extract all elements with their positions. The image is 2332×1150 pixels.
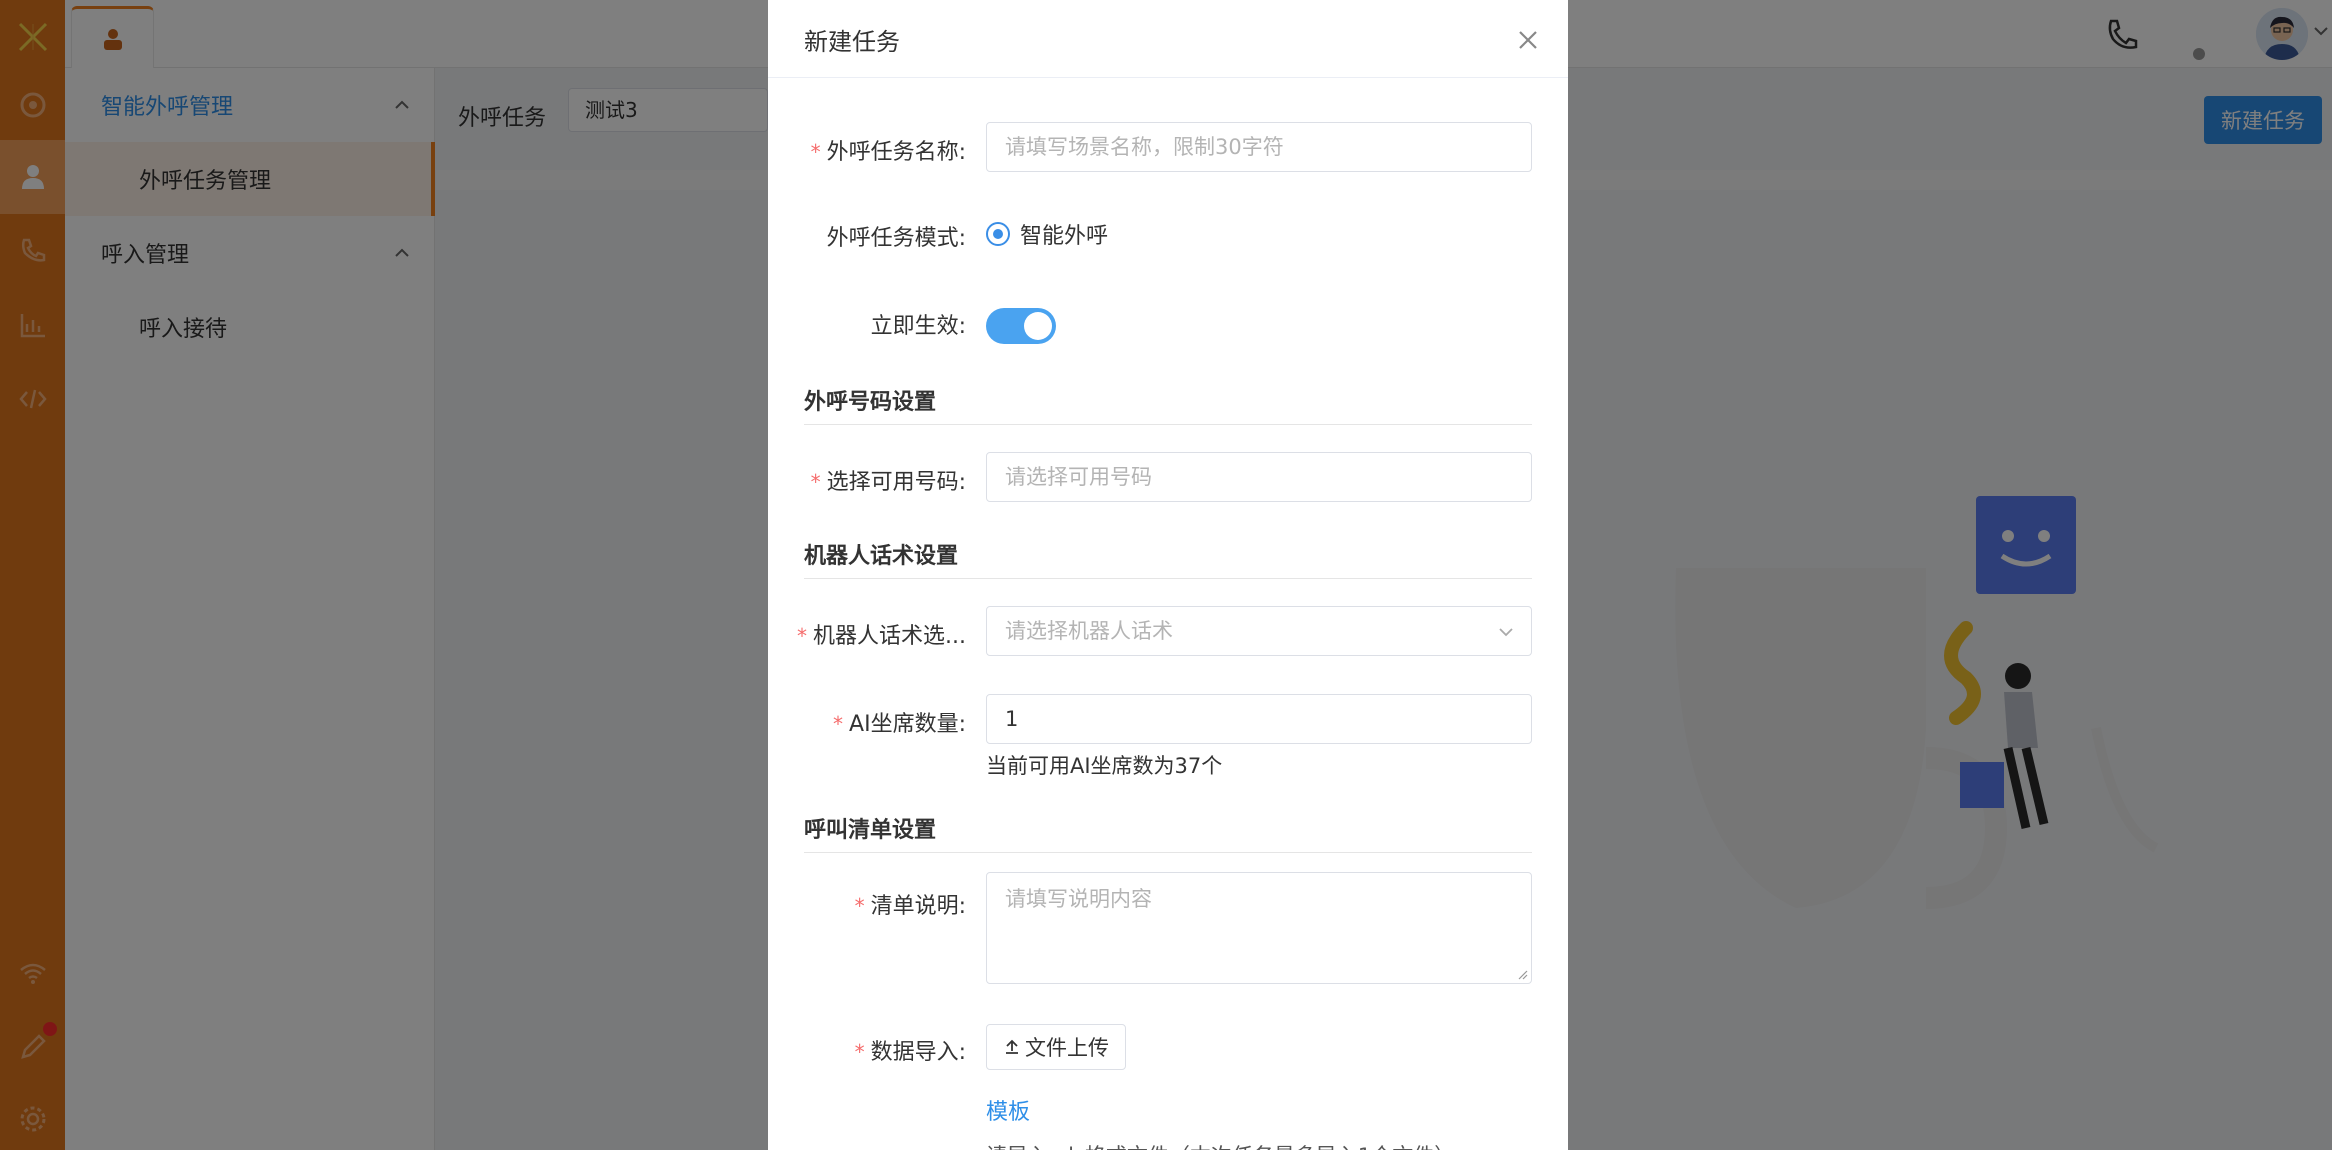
radio-label: 智能外呼 (1020, 224, 1109, 249)
section-robot-settings: 机器人话术设置 (804, 538, 1532, 579)
file-upload-button[interactable]: 文件上传 (986, 1024, 1126, 1070)
task-name-input[interactable]: 请填写场景名称，限制30字符 (986, 122, 1532, 172)
ai-seats-input[interactable]: 1 (986, 694, 1532, 744)
number-label: * 选择可用号码: (810, 470, 966, 495)
task-name-label: * 外呼任务名称: (810, 140, 966, 165)
list-desc-placeholder: 请填写说明内容 (1005, 887, 1152, 911)
immediate-toggle[interactable] (986, 308, 1056, 344)
data-import-label: * 数据导入: (854, 1040, 966, 1065)
required-mark: * (854, 894, 865, 918)
required-mark: * (854, 1040, 865, 1064)
required-mark: * (810, 470, 821, 494)
script-select-placeholder: 请选择机器人话术 (1005, 619, 1173, 643)
smart-outbound-radio[interactable]: 智能外呼 (986, 218, 1108, 250)
ai-seats-label: * AI坐席数量: (833, 712, 966, 737)
toggle-knob (1024, 312, 1052, 340)
list-desc-label: * 清单说明: (854, 894, 966, 919)
immediate-label: 立即生效: (870, 314, 966, 339)
section-call-list-settings: 呼叫清单设置 (804, 812, 1532, 853)
required-mark: * (810, 140, 821, 164)
number-input[interactable]: 请选择可用号码 (986, 452, 1532, 502)
list-desc-textarea[interactable]: 请填写说明内容 (986, 872, 1532, 984)
required-mark: * (797, 624, 808, 648)
script-select[interactable]: 请选择机器人话术 (986, 606, 1532, 656)
upload-icon (1006, 1039, 1018, 1054)
script-label: * 机器人话术选... (797, 624, 966, 649)
radio-selected-icon (986, 222, 1010, 246)
new-task-dialog: 新建任务 * 外呼任务名称: 请填写场景名称，限制30字符 外呼任务模式: 智能外… (768, 0, 1568, 1150)
import-note: 请导入.xls格式文件（本次任务最多导入1个文件） (986, 1140, 1455, 1150)
template-link[interactable]: 模板 (986, 1094, 1030, 1126)
upload-button-label: 文件上传 (1025, 1036, 1109, 1060)
ai-seats-hint: 当前可用AI坐席数为37个 (986, 754, 1223, 778)
chevron-down-icon (1499, 628, 1513, 637)
section-number-settings: 外呼号码设置 (804, 384, 1532, 425)
task-mode-label: 外呼任务模式: (826, 226, 966, 251)
required-mark: * (833, 712, 844, 736)
dialog-header: 新建任务 (768, 0, 1568, 78)
dialog-title: 新建任务 (804, 28, 900, 56)
resize-grip-icon[interactable] (1514, 966, 1528, 980)
close-icon[interactable] (1512, 24, 1544, 56)
